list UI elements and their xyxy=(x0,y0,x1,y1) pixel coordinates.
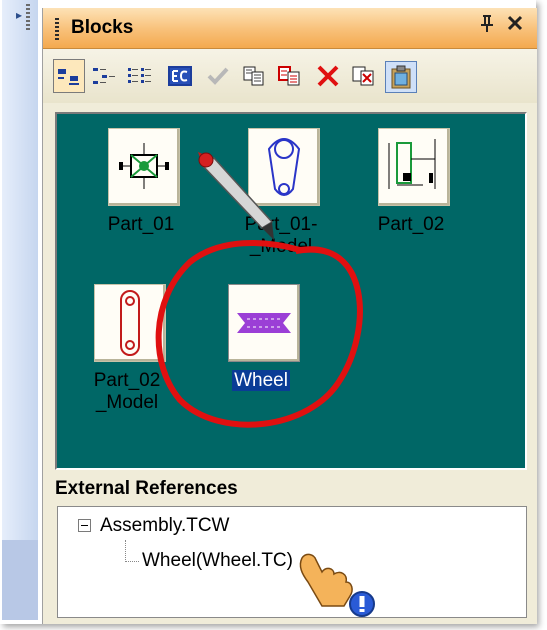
block-item[interactable]: Part_01 xyxy=(81,128,201,278)
panel-title-bar[interactable]: Blocks xyxy=(43,8,537,49)
clipboard-icon xyxy=(391,65,411,89)
explode-block-button[interactable] xyxy=(349,61,379,91)
check-icon xyxy=(207,67,229,85)
replace-icon xyxy=(278,66,300,86)
tree-root-node[interactable]: Assembly.TCW xyxy=(100,515,229,537)
block-label: Part_02 _Model xyxy=(93,370,161,413)
external-references-tree[interactable]: Assembly.TCW Wheel(Wheel.TC) xyxy=(57,506,527,618)
part-schematic-icon xyxy=(108,128,180,206)
view-large-icons-button[interactable] xyxy=(53,59,85,93)
explode-icon xyxy=(352,66,374,86)
block-label: Part_02 xyxy=(377,214,445,235)
view-small-icons-button[interactable] xyxy=(89,61,119,91)
view-list-button[interactable] xyxy=(125,61,155,91)
wheel-block-icon xyxy=(228,284,300,362)
blocks-view[interactable]: Part_01 Part_01- _Model Part_02 Part_02 … xyxy=(55,112,527,470)
dock-grip-icon xyxy=(26,4,30,32)
block-item[interactable]: Part_01- _Model xyxy=(221,128,341,278)
block-item-selected[interactable]: Wheel xyxy=(201,284,321,434)
replace-block-button[interactable] xyxy=(275,61,305,91)
large-icons-icon xyxy=(58,69,79,85)
blocks-toolbar xyxy=(43,49,537,103)
block-item[interactable]: Part_02 xyxy=(351,128,471,278)
external-references-header: External References xyxy=(55,478,238,499)
delete-icon xyxy=(317,65,339,87)
tree-connector xyxy=(125,540,127,562)
rotor-arm-icon xyxy=(248,128,320,206)
blocks-panel: Blocks Part_01 Part_01- _Model Part_02 P… xyxy=(42,8,537,624)
part-drawing-icon xyxy=(378,128,450,206)
tree-connector xyxy=(125,561,139,563)
copy-icon xyxy=(243,66,264,86)
small-icons-icon xyxy=(93,68,115,84)
tree-child-node[interactable]: Wheel(Wheel.TC) xyxy=(142,550,293,572)
close-button[interactable] xyxy=(506,12,524,38)
delete-block-button[interactable] xyxy=(313,61,343,91)
pin-icon xyxy=(481,15,493,32)
panel-title: Blocks xyxy=(71,17,134,38)
ec-icon xyxy=(168,66,192,86)
collapse-icon[interactable] xyxy=(78,519,91,532)
grip-icon[interactable] xyxy=(55,18,59,40)
expand-arrow-icon[interactable]: ▸ xyxy=(16,8,22,22)
list-icon xyxy=(128,68,151,83)
block-label: Part_01 xyxy=(107,214,175,235)
paste-block-button[interactable] xyxy=(385,61,417,93)
pin-button[interactable] xyxy=(480,14,494,38)
block-item[interactable]: Part_02 _Model xyxy=(67,284,187,434)
edit-components-button[interactable] xyxy=(165,61,195,91)
left-dock-strip: ▸ xyxy=(2,0,38,620)
link-bar-icon xyxy=(94,284,166,362)
block-label: Part_01- _Model xyxy=(244,214,318,257)
block-label: Wheel xyxy=(232,370,290,391)
copy-block-button[interactable] xyxy=(239,61,269,91)
accept-button[interactable] xyxy=(203,61,233,91)
close-icon xyxy=(507,15,523,31)
